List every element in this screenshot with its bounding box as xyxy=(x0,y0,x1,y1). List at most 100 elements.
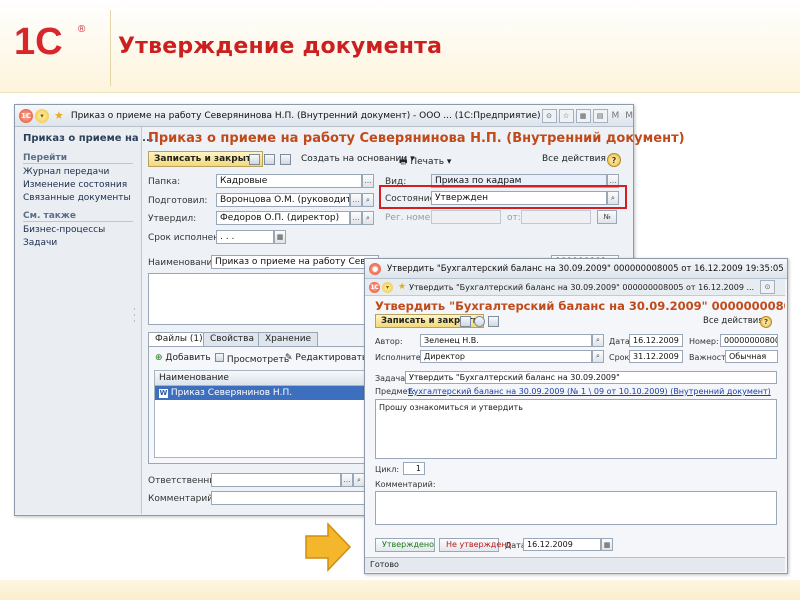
all-actions-menu[interactable]: Все действия ▾ xyxy=(542,154,613,164)
tab-files[interactable]: Файлы (1) xyxy=(148,332,210,346)
task-star-icon[interactable]: ★ xyxy=(398,282,406,292)
author-field[interactable]: Зеленец Н.В. xyxy=(420,334,592,347)
document-form-title: Приказ о приеме на работу Северянинова Н… xyxy=(148,131,685,146)
number-field-task[interactable]: 000000008005 xyxy=(720,334,778,347)
create-based-on-menu[interactable]: Создать на основании ▾ xyxy=(301,154,415,164)
task-help-icon[interactable]: ? xyxy=(760,316,772,328)
post-icon[interactable] xyxy=(264,154,275,165)
task-history-icon[interactable]: ⊙ xyxy=(760,280,776,294)
task-app-icon[interactable]: ● xyxy=(369,262,381,275)
date-field[interactable]: 16.12.2009 xyxy=(629,334,683,347)
logo-text: 1С xyxy=(14,21,63,62)
approved-button[interactable]: Утверждено xyxy=(375,538,435,552)
task-logo-icon[interactable]: 1С xyxy=(369,281,380,293)
state-search-icon[interactable]: ⌕ xyxy=(607,191,619,205)
content-textarea[interactable] xyxy=(148,273,380,325)
calendar-icon[interactable]: ▤ xyxy=(592,108,608,123)
task-comment-textarea[interactable] xyxy=(375,491,777,525)
prepared-search-icon[interactable]: ⌕ xyxy=(362,193,374,207)
reg-from-label: от: xyxy=(507,213,521,223)
header-line xyxy=(0,92,800,93)
print-menu[interactable]: 🖶 Печать ▾ xyxy=(399,154,451,170)
name-field[interactable]: Приказ о приеме на работу Северянинова Н… xyxy=(211,255,379,269)
save-and-close-button[interactable]: Записать и закрыть xyxy=(148,151,263,167)
approval-date-calendar-icon[interactable]: ▦ xyxy=(601,538,613,551)
sidebar-item-business-processes[interactable]: Бизнес-процессы xyxy=(23,225,105,235)
help-icon[interactable]: ? xyxy=(607,153,621,167)
edit-file-button[interactable]: ✎ Редактировать xyxy=(285,353,367,363)
term-field[interactable]: 31.12.2009 xyxy=(629,350,683,363)
sidebar-resize-handle[interactable]: · · · xyxy=(133,306,136,327)
add-file-button[interactable]: ⊕ Добавить xyxy=(155,353,211,363)
task-window-title: Утвердить "Бухгалтерский баланс на 30.09… xyxy=(387,263,787,274)
tab-properties[interactable]: Свойства xyxy=(203,332,261,346)
table-row[interactable]: W Приказ Северянинов Н.П. xyxy=(155,386,379,400)
state-field[interactable]: Утвержден xyxy=(431,191,607,205)
logo-1c: 1С ® xyxy=(14,20,94,63)
task-save-icon[interactable] xyxy=(460,316,471,327)
task-subtitle-bar: 1С ▾ ★ Утвердить "Бухгалтерский баланс н… xyxy=(365,279,785,296)
executor-search-icon[interactable]: ⌕ xyxy=(592,350,604,363)
approved-by-label: Утвердил: xyxy=(148,214,197,224)
task-titlebar: ● Утвердить "Бухгалтерский баланс на 30.… xyxy=(365,259,787,279)
sidebar-item-journal[interactable]: Журнал передачи xyxy=(23,167,109,177)
task-schedule-icon[interactable] xyxy=(474,316,485,327)
folder-field[interactable]: Кадровые xyxy=(216,174,362,188)
reg-number-button[interactable]: № xyxy=(597,210,617,224)
importance-field[interactable]: Обычная xyxy=(725,350,778,363)
slide-footer xyxy=(0,580,800,600)
history-icon[interactable]: ⊙ xyxy=(541,108,557,123)
reg-number-field[interactable] xyxy=(431,210,501,224)
sidebar-item-tasks[interactable]: Задачи xyxy=(23,238,57,248)
responsible-field[interactable] xyxy=(211,473,341,487)
folder-select-button[interactable]: … xyxy=(362,174,374,188)
files-table-header[interactable]: Наименование xyxy=(155,371,379,386)
deadline-field[interactable]: . . . xyxy=(216,230,274,244)
document-window-title: Приказ о приеме на работу Северянинова Н… xyxy=(70,110,541,121)
prepared-select-button[interactable]: … xyxy=(350,193,362,207)
calc-icon[interactable]: ▦ xyxy=(575,108,591,123)
deadline-calendar-icon[interactable]: ▦ xyxy=(274,230,286,244)
description-textarea[interactable]: Прошу ознакомиться и утвердить xyxy=(375,399,777,459)
not-approved-button[interactable]: Не утверждено xyxy=(439,538,511,552)
cycle-label: Цикл: xyxy=(375,465,400,474)
document-titlebar: 1С ▾ ★ Приказ о приеме на работу Северян… xyxy=(15,105,633,127)
approval-date-field[interactable]: 16.12.2009 xyxy=(523,538,601,551)
approved-select-button[interactable]: … xyxy=(350,211,362,225)
comment-field[interactable] xyxy=(211,491,365,505)
task-check-icon[interactable] xyxy=(488,316,499,327)
approved-search-icon[interactable]: ⌕ xyxy=(362,211,374,225)
task-label: Задача: xyxy=(375,374,408,383)
prepared-field[interactable]: Воронцова О.М. (руководитель отде xyxy=(216,193,350,207)
task-status-bar: Готово xyxy=(365,557,785,572)
subject-link[interactable]: Бухгалтерский баланс на 30.09.2009 (№ 1 … xyxy=(408,387,771,396)
attach-icon[interactable] xyxy=(280,154,291,165)
folder-label: Папка: xyxy=(148,177,181,187)
approved-by-field[interactable]: Федоров О.П. (директор) xyxy=(216,211,350,225)
task-field[interactable]: Утвердить "Бухгалтерский баланс на 30.09… xyxy=(405,371,777,384)
favorite-star-icon[interactable]: ★ xyxy=(54,109,64,122)
tab-storage[interactable]: Хранение xyxy=(258,332,319,346)
sidebar-item-state-change[interactable]: Изменение состояния xyxy=(23,180,127,190)
menu-arrow-icon[interactable]: ▾ xyxy=(35,108,49,123)
app-logo-icon[interactable]: 1С xyxy=(19,108,33,123)
link-icon[interactable]: ☆ xyxy=(558,108,574,123)
memory-m-button[interactable]: M xyxy=(612,111,620,121)
executor-field[interactable]: Директор xyxy=(420,350,592,363)
author-search-icon[interactable]: ⌕ xyxy=(592,334,604,347)
word-file-icon: W xyxy=(159,389,168,398)
cycle-field[interactable]: 1 xyxy=(403,462,425,475)
memory-mplus-button[interactable]: M+ xyxy=(625,111,633,121)
svg-text:®: ® xyxy=(78,24,86,35)
slide-title: Утверждение документа xyxy=(118,34,443,59)
sidebar-group-goto: Перейти xyxy=(23,153,133,164)
save-icon[interactable] xyxy=(249,154,260,165)
reg-date-field[interactable] xyxy=(521,210,591,224)
task-menu-icon[interactable]: ▾ xyxy=(382,281,393,293)
sidebar-heading[interactable]: Приказ о приеме на ... xyxy=(23,133,154,144)
arrow-right-icon xyxy=(305,522,352,572)
view-file-button[interactable]: Просмотреть xyxy=(215,353,289,365)
responsible-select-button[interactable]: … xyxy=(341,473,353,487)
sidebar-item-linked-docs[interactable]: Связанные документы xyxy=(23,193,131,203)
task-comment-label: Комментарий: xyxy=(375,480,436,489)
